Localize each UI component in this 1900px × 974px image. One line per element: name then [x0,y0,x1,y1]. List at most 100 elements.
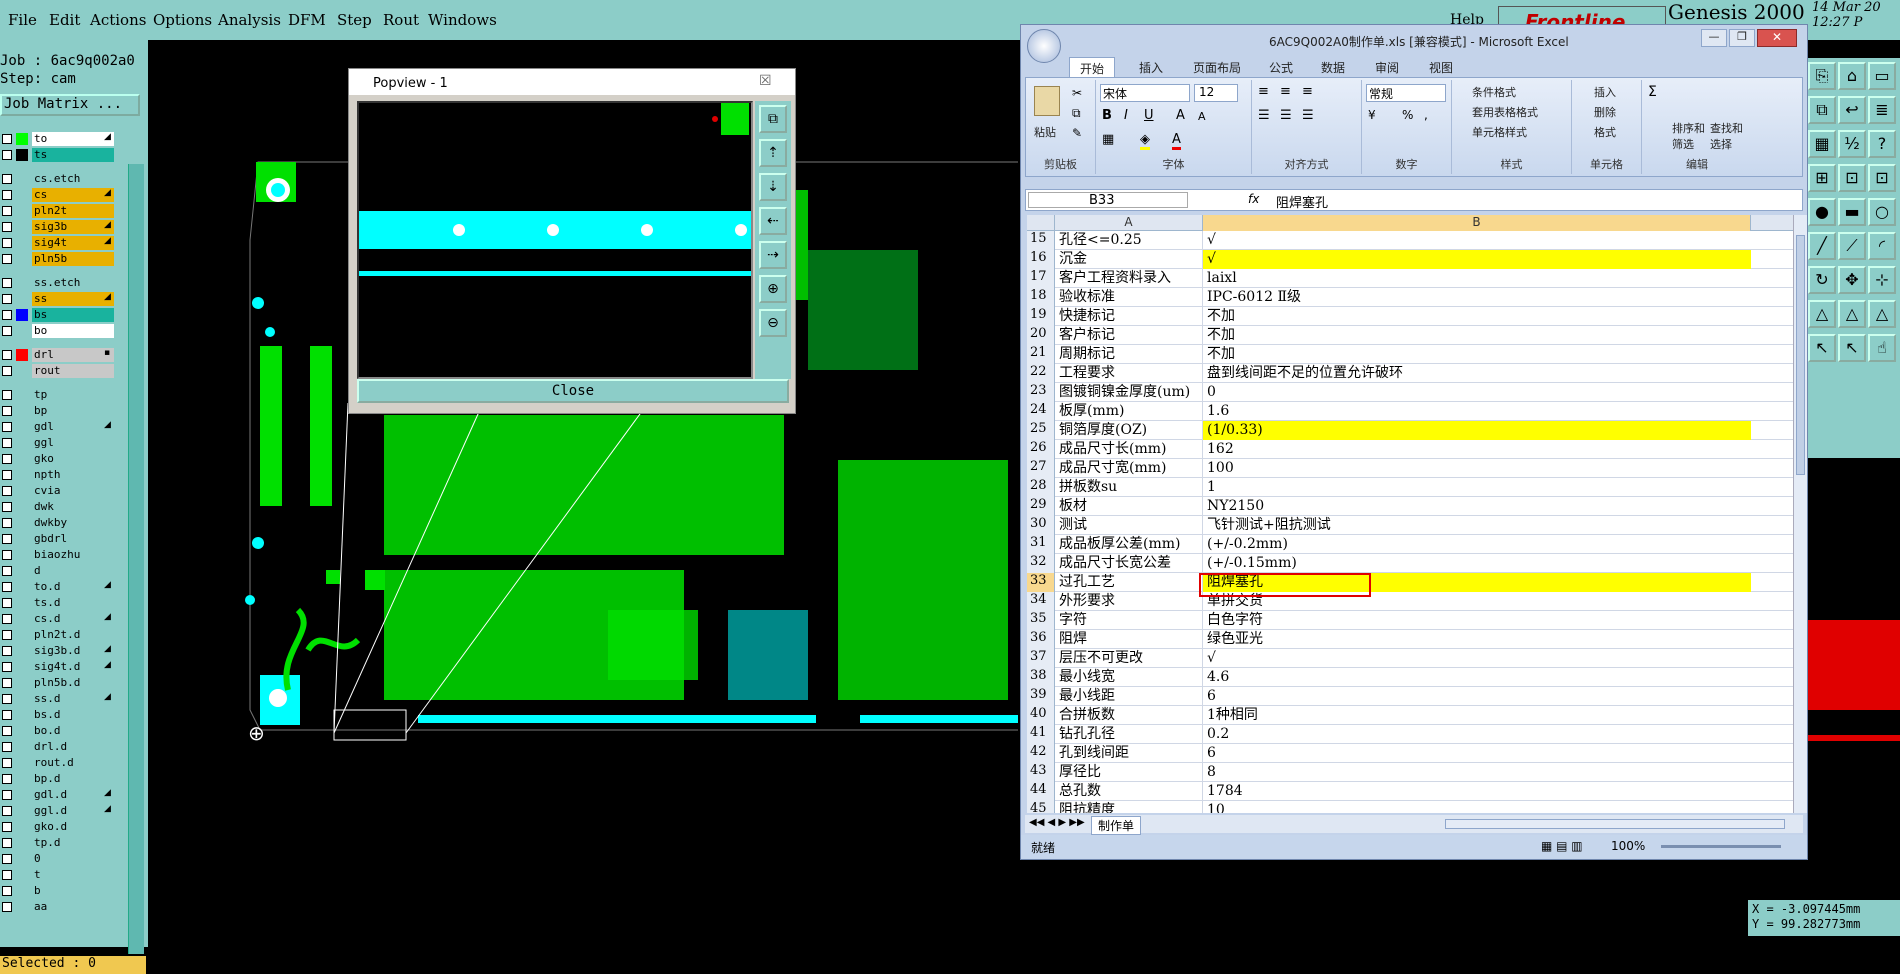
layer-checkbox[interactable] [2,406,12,416]
layer-name[interactable]: drl.d [32,740,114,754]
zoom-in-icon[interactable]: ⊕ [759,275,787,303]
layer-name[interactable]: ggl [32,436,114,450]
conditional-format-button[interactable]: 条件格式 [1472,84,1516,100]
layer-checkbox[interactable] [2,502,12,512]
cut-icon[interactable]: ✂ [1072,86,1082,100]
tool-window-icon[interactable]: ▭ [1868,62,1896,90]
row-number[interactable]: 24 [1027,402,1055,421]
cell-b[interactable]: 4.6 [1203,668,1751,687]
excel-titlebar[interactable]: 6AC9Q002A0制作单.xls [兼容模式] - Microsoft Exc… [1021,25,1807,63]
layer-checkbox[interactable] [2,630,12,640]
cell-b[interactable]: 0.2 [1203,725,1751,744]
layer-row[interactable]: gbdrl [0,532,118,546]
layer-row[interactable]: pln2t [0,204,118,218]
row-number[interactable]: 29 [1027,497,1055,516]
menu-rout[interactable]: Rout [383,11,419,29]
layer-scrollbar[interactable] [128,164,144,954]
layer-row[interactable]: cvia [0,484,118,498]
tool-triangle-icon[interactable]: △ [1808,300,1836,328]
layer-row[interactable]: rout.d [0,756,118,770]
cell-a[interactable]: 测试 [1055,516,1203,535]
cell-a[interactable]: 层压不可更改 [1055,649,1203,668]
layer-name[interactable]: npth [32,468,114,482]
layer-row[interactable]: 0 [0,852,118,866]
layer-checkbox[interactable] [2,822,12,832]
layer-name[interactable]: bp.d [32,772,114,786]
cell-a[interactable]: 厚径比 [1055,763,1203,782]
layer-name[interactable]: to [32,132,114,146]
layer-row[interactable]: ggl [0,436,118,450]
paste-icon[interactable] [1034,86,1060,116]
cell-a[interactable]: 孔径<=0.25 [1055,231,1203,250]
pan-left-icon[interactable]: ⇠ [759,207,787,235]
cell-a[interactable]: 最小线宽 [1055,668,1203,687]
zoom-slider[interactable] [1661,845,1781,848]
layer-row[interactable]: pln5b.d [0,676,118,690]
layer-name[interactable]: ss.d [32,692,114,706]
row-number[interactable]: 23 [1027,383,1055,402]
zoom-fit-icon[interactable]: ⧉ [759,105,787,133]
layer-name[interactable]: cvia [32,484,114,498]
row-number[interactable]: 38 [1027,668,1055,687]
sheet-nav-arrows[interactable]: ◀◀ ◀ ▶ ▶▶ [1029,817,1085,828]
tool-copy-icon[interactable]: ⧉ [1808,96,1836,124]
layer-name[interactable]: to.d [32,580,114,594]
layer-checkbox[interactable] [2,646,12,656]
zoom-out-icon[interactable]: ⊖ [759,309,787,337]
row-number[interactable]: 19 [1027,307,1055,326]
layer-row[interactable]: bo [0,324,118,338]
cell-a[interactable]: 钻孔孔径 [1055,725,1203,744]
layer-row[interactable]: sig4t.d ◢ [0,660,118,674]
insert-cells-button[interactable]: 插入 [1594,84,1616,100]
underline-icon[interactable]: U [1144,108,1154,123]
layer-checkbox[interactable] [2,694,12,704]
layer-checkbox[interactable] [2,150,12,160]
shrink-font-icon[interactable]: A [1198,110,1206,123]
layer-name[interactable]: drl [32,348,114,362]
row-number[interactable]: 28 [1027,478,1055,497]
layer-name[interactable]: dwk [32,500,114,514]
layer-name[interactable]: bo [32,324,114,338]
cell-b[interactable]: 绿色亚光 [1203,630,1751,649]
layer-name[interactable]: biaozhu [32,548,114,562]
layer-row[interactable]: to ◢ [0,132,118,146]
layer-row[interactable]: bo.d [0,724,118,738]
tool-net-icon[interactable]: ⊡ [1838,164,1866,192]
view-buttons-icon[interactable]: ▦ ▤ ▥ [1541,839,1583,853]
cell-b[interactable]: 8 [1203,763,1751,782]
layer-name[interactable]: ss [32,292,114,306]
popview-screen[interactable] [357,101,753,379]
layer-checkbox[interactable] [2,550,12,560]
row-number[interactable]: 17 [1027,269,1055,288]
layer-name[interactable]: ss.etch [32,276,114,290]
bold-icon[interactable]: B [1102,108,1112,123]
layer-checkbox[interactable] [2,238,12,248]
layer-checkbox[interactable] [2,886,12,896]
layer-name[interactable]: rout.d [32,756,114,770]
layer-name[interactable]: gko [32,452,114,466]
layer-row[interactable]: ts.d [0,596,118,610]
cell-a[interactable]: 阻抗精度 [1055,801,1203,813]
tool-pad-icon[interactable]: ● [1808,198,1836,226]
cell-a[interactable]: 沉金 [1055,250,1203,269]
layer-name[interactable]: cs.d [32,612,114,626]
layer-name[interactable]: pln2t [32,204,114,218]
cell-a[interactable]: 快捷标记 [1055,307,1203,326]
layer-row[interactable]: tp.d [0,836,118,850]
layer-checkbox[interactable] [2,470,12,480]
popview-close-icon[interactable]: ☒ [759,73,772,89]
cell-a[interactable]: 成品板厚公差(mm) [1055,535,1203,554]
layer-row[interactable]: npth [0,468,118,482]
formula-input[interactable]: 阻焊塞孔 [1276,192,1328,211]
layer-row[interactable]: sig4t ◢ [0,236,118,250]
row-number[interactable]: 15 [1027,231,1055,250]
cell-a[interactable]: 外形要求 [1055,592,1203,611]
cell-a[interactable]: 工程要求 [1055,364,1203,383]
row-number[interactable]: 42 [1027,744,1055,763]
layer-checkbox[interactable] [2,206,12,216]
row-number[interactable]: 43 [1027,763,1055,782]
layer-checkbox[interactable] [2,854,12,864]
layer-row[interactable]: bp.d [0,772,118,786]
layer-row[interactable]: tp [0,388,118,402]
pan-up-icon[interactable]: ⇡ [759,139,787,167]
